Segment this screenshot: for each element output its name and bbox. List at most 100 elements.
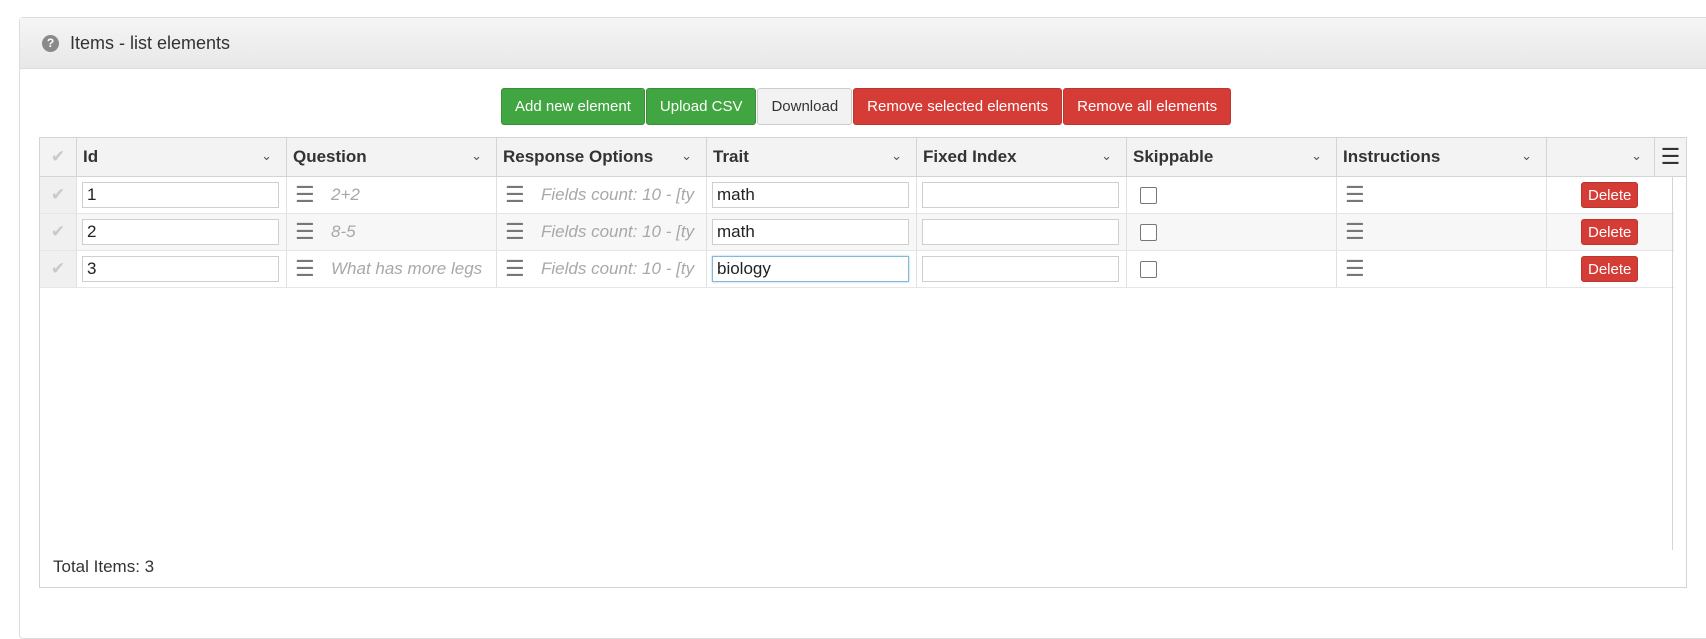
add-new-element-button[interactable]: Add new element (501, 88, 645, 125)
question-text: 8-5 (331, 222, 356, 241)
cell-question[interactable]: ☰ What has more legs (287, 251, 497, 287)
cell-skippable (1127, 251, 1337, 287)
row-select[interactable]: ✔ (40, 177, 77, 213)
list-lines-icon[interactable]: ☰ (295, 256, 315, 282)
cell-response-options[interactable]: ☰ Fields count: 10 - [ty (497, 177, 707, 213)
cell-id (77, 214, 287, 250)
chevron-down-icon[interactable]: ⌄ (1101, 148, 1112, 164)
panel-title: Items - list elements (70, 32, 231, 53)
cell-trait (707, 251, 917, 287)
column-header-trait[interactable]: Trait ⌄ (707, 138, 917, 176)
column-label-trait: Trait (713, 147, 749, 166)
vertical-scrollbar[interactable] (1672, 177, 1673, 550)
grid-menu-icon[interactable]: ☰ (1654, 138, 1686, 176)
chevron-down-icon[interactable]: ⌄ (681, 148, 692, 164)
question-text: What has more legs (331, 259, 483, 278)
cell-actions: Delete (1547, 214, 1674, 250)
question-circle-icon[interactable]: ? (42, 34, 59, 52)
grid-header: ✔ Id ⌄ Question ⌄ Response Options ⌄ Tra… (40, 138, 1686, 177)
cell-instructions[interactable]: ☰ (1337, 177, 1547, 213)
row-select[interactable]: ✔ (40, 214, 77, 250)
list-lines-icon[interactable]: ☰ (505, 182, 525, 208)
chevron-down-icon[interactable]: ⌄ (1311, 148, 1322, 164)
response-options-text: Fields count: 10 - [ty (541, 185, 695, 204)
cell-fixed-index (917, 251, 1127, 287)
chevron-down-icon[interactable]: ⌄ (1631, 148, 1642, 164)
toolbar: Add new element Upload CSV Download Remo… (501, 88, 1232, 125)
column-label-response-options: Response Options (503, 147, 654, 166)
id-input[interactable] (82, 219, 279, 245)
list-lines-icon[interactable]: ☰ (505, 219, 525, 245)
question-text: 2+2 (331, 185, 360, 204)
cell-trait (707, 214, 917, 250)
column-label-instructions: Instructions (1343, 147, 1441, 166)
cell-instructions[interactable]: ☰ (1337, 251, 1547, 287)
skippable-checkbox[interactable] (1140, 223, 1157, 241)
column-header-response-options[interactable]: Response Options ⌄ (497, 138, 707, 176)
items-grid: ✔ Id ⌄ Question ⌄ Response Options ⌄ Tra… (39, 137, 1687, 588)
row-select[interactable]: ✔ (40, 251, 77, 287)
column-header-instructions[interactable]: Instructions ⌄ (1337, 138, 1547, 176)
list-lines-icon[interactable]: ☰ (1345, 256, 1365, 282)
total-items: Total Items: 3 (53, 557, 155, 576)
column-header-id[interactable]: Id ⌄ (77, 138, 287, 176)
chevron-down-icon[interactable]: ⌄ (1521, 148, 1532, 164)
cell-skippable (1127, 214, 1337, 250)
response-options-text: Fields count: 10 - [ty (541, 259, 695, 278)
table-row[interactable]: ✔ ☰ What has more legs ☰ Fields count: 1… (40, 251, 1674, 288)
skippable-checkbox[interactable] (1140, 186, 1157, 204)
cell-actions: Delete (1547, 251, 1674, 287)
column-header-fixed-index[interactable]: Fixed Index ⌄ (917, 138, 1127, 176)
panel-header: ? Items - list elements (20, 18, 1706, 69)
skippable-checkbox[interactable] (1140, 260, 1157, 278)
cell-id (77, 251, 287, 287)
cell-fixed-index (917, 177, 1127, 213)
check-icon: ✔ (50, 147, 66, 166)
trait-input[interactable] (712, 219, 909, 245)
chevron-down-icon[interactable]: ⌄ (471, 148, 482, 164)
cell-question[interactable]: ☰ 8-5 (287, 214, 497, 250)
list-lines-icon[interactable]: ☰ (295, 219, 315, 245)
delete-button[interactable]: Delete (1581, 219, 1639, 245)
delete-button[interactable]: Delete (1581, 182, 1639, 208)
column-header-actions[interactable]: ⌄ (1547, 138, 1657, 176)
list-lines-icon[interactable]: ☰ (1345, 219, 1365, 245)
cell-fixed-index (917, 214, 1127, 250)
fixed-index-input[interactable] (922, 219, 1119, 245)
remove-selected-elements-button[interactable]: Remove selected elements (853, 88, 1063, 125)
check-icon: ✔ (50, 222, 66, 241)
column-header-skippable[interactable]: Skippable ⌄ (1127, 138, 1337, 176)
remove-all-elements-button[interactable]: Remove all elements (1063, 88, 1232, 125)
column-label-fixed-index: Fixed Index (923, 147, 1017, 166)
cell-skippable (1127, 177, 1337, 213)
cell-question[interactable]: ☰ 2+2 (287, 177, 497, 213)
response-options-text: Fields count: 10 - [ty (541, 222, 695, 241)
download-button[interactable]: Download (757, 88, 853, 125)
fixed-index-input[interactable] (922, 182, 1119, 208)
chevron-down-icon[interactable]: ⌄ (891, 148, 902, 164)
upload-csv-button[interactable]: Upload CSV (645, 88, 757, 125)
table-row[interactable]: ✔ ☰ 2+2 ☰ Fields count: 10 - [ty ☰ Delet… (40, 177, 1674, 214)
delete-button[interactable]: Delete (1581, 256, 1639, 282)
list-lines-icon[interactable]: ☰ (1345, 182, 1365, 208)
id-input[interactable] (82, 256, 279, 282)
cell-trait (707, 177, 917, 213)
trait-input[interactable] (712, 256, 909, 282)
trait-input[interactable] (712, 182, 909, 208)
list-lines-icon[interactable]: ☰ (295, 182, 315, 208)
cell-instructions[interactable]: ☰ (1337, 214, 1547, 250)
select-all-header[interactable]: ✔ (40, 138, 77, 176)
list-lines-icon[interactable]: ☰ (505, 256, 525, 282)
cell-response-options[interactable]: ☰ Fields count: 10 - [ty (497, 251, 707, 287)
chevron-down-icon[interactable]: ⌄ (261, 148, 272, 164)
cell-response-options[interactable]: ☰ Fields count: 10 - [ty (497, 214, 707, 250)
column-label-skippable: Skippable (1133, 147, 1214, 166)
table-row[interactable]: ✔ ☰ 8-5 ☰ Fields count: 10 - [ty ☰ Delet… (40, 214, 1674, 251)
column-header-question[interactable]: Question ⌄ (287, 138, 497, 176)
id-input[interactable] (82, 182, 279, 208)
column-label-id: Id (83, 147, 99, 166)
cell-id (77, 177, 287, 213)
check-icon: ✔ (50, 259, 66, 278)
cell-actions: Delete (1547, 177, 1674, 213)
fixed-index-input[interactable] (922, 256, 1119, 282)
